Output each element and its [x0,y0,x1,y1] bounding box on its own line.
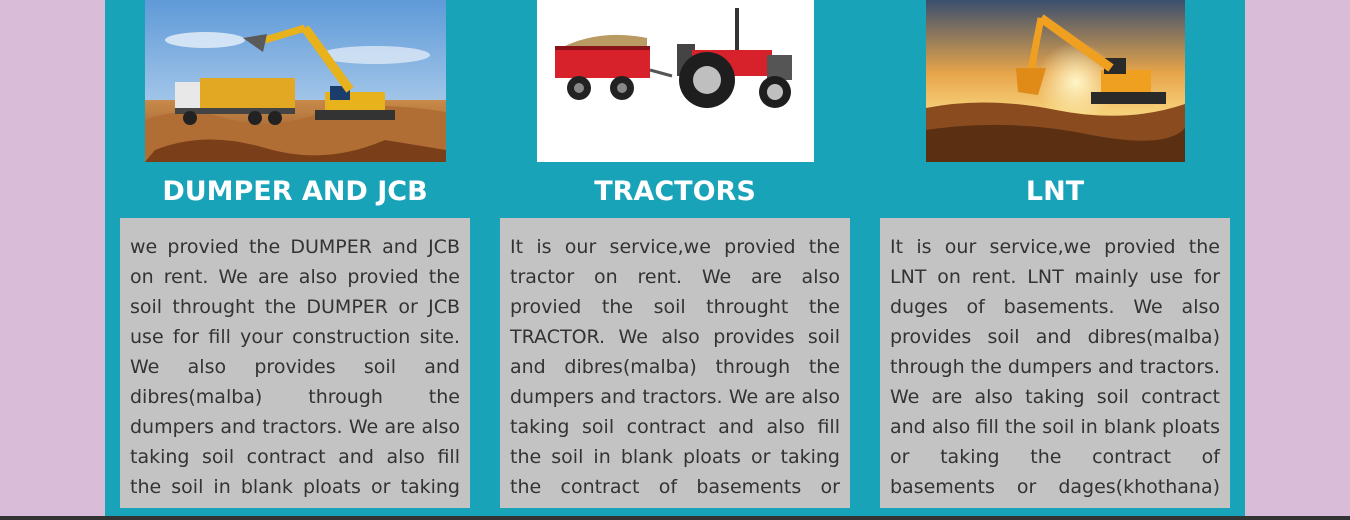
service-card-lnt: LNT It is our service,we provied the LNT… [880,0,1230,508]
excavator-sunset-photo [925,0,1185,162]
service-card-tractors: TRACTORS It is our service,we provied th… [500,0,850,508]
services-container: DUMPER AND JCB we provied the DUMPER and… [105,0,1245,520]
card-description: It is our service,we provied the tractor… [500,218,850,508]
card-title: LNT [1025,176,1085,207]
card-description: we provied the DUMPER and JCB on rent. W… [120,218,470,508]
bottom-scroll-edge [0,516,1350,520]
dumper-jcb-image [144,0,446,162]
lnt-image [925,0,1185,162]
tractors-image [536,0,814,162]
tractor-trolley-photo [536,0,814,162]
card-title: DUMPER AND JCB [162,176,428,207]
card-title: TRACTORS [594,176,756,207]
excavator-dumper-photo [144,0,446,162]
service-card-dumper-jcb: DUMPER AND JCB we provied the DUMPER and… [120,0,470,508]
card-description: It is our service,we provied the LNT on … [880,218,1230,508]
